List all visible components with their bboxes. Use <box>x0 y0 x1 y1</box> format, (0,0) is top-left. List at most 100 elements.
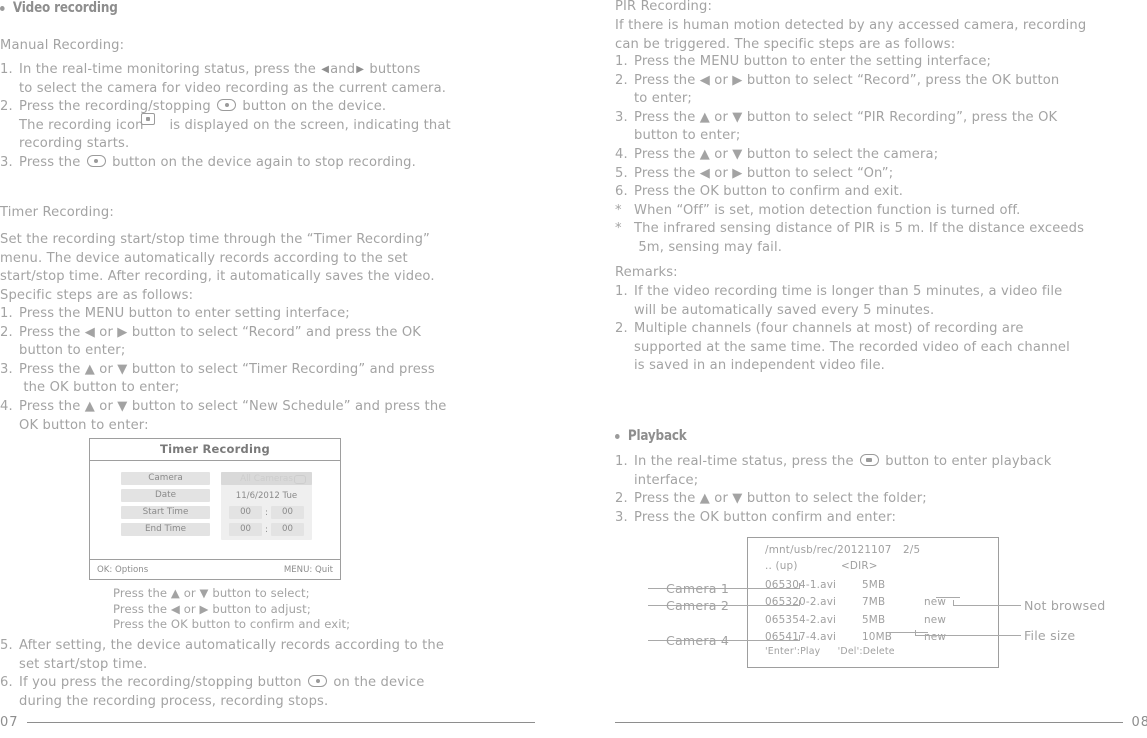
footer-enter-play: 'Enter':Play <box>765 646 821 657</box>
pir-recording-intro: If there is human motion detected by any… <box>615 18 1087 52</box>
underline-size-row4 <box>888 632 928 633</box>
osd-body: Camera Date Start Time End Time All Came… <box>90 461 340 559</box>
list-item: 1. In the real-time status, press the bu… <box>615 453 1147 490</box>
manual-page: Video recording Manual Recording: 1. In … <box>0 0 1147 738</box>
list-item: 6. If you press the recording/stopping b… <box>0 674 535 711</box>
list-item: 4. Press the ▲ or ▼ button to select the… <box>615 146 1147 165</box>
list-item: 2. Press the ◀ or ▶ button to select “Re… <box>615 72 1147 109</box>
list-item: 1. Press the MENU button to enter settin… <box>0 305 535 324</box>
osd-end-minute[interactable]: 00 <box>270 523 304 536</box>
file-status: new <box>924 596 947 609</box>
step-number: 5. <box>615 165 628 181</box>
footer-left: 07 <box>0 715 535 730</box>
timer-recording-steps-after: 5. After setting, the device automatical… <box>0 637 535 711</box>
timer-recording-title: Timer Recording: <box>0 205 114 220</box>
bullet-icon <box>0 5 5 11</box>
step-text: Press the OK button to confirm and exit. <box>634 184 904 200</box>
note-marker: * <box>615 221 622 237</box>
footer-rule <box>615 722 1124 723</box>
page-number: 07 <box>0 715 19 730</box>
left-arrow-icon: ◀ <box>321 64 330 75</box>
step-text-pre: In the real-time monitoring status, pres… <box>19 62 321 77</box>
section-heading-video-recording: Video recording <box>0 0 118 16</box>
timer-recording-intro: Set the recording start/stop time throug… <box>0 232 435 303</box>
step-number: 2. <box>615 491 628 507</box>
playback-button-icon <box>859 454 879 466</box>
section-heading-label: Playback <box>627 428 687 444</box>
list-item: 3. Press the ▲ or ▼ button to select “Ti… <box>0 361 535 398</box>
step-number: 3. <box>615 109 628 125</box>
step-text: Press the ▲ or ▼ button to select “New S… <box>19 398 447 433</box>
list-item: * The infrared sensing distance of PIR i… <box>615 220 1147 257</box>
step-number: 6. <box>615 184 628 200</box>
osd-label-end-time: End Time <box>121 523 210 536</box>
note-marker: * <box>615 202 622 218</box>
recording-indicator-icon <box>141 113 155 125</box>
osd-footer-menu: MENU: Quit <box>283 565 333 575</box>
section-heading-label: Video recording <box>12 0 118 16</box>
list-item: 1. In the real-time monitoring status, p… <box>0 61 535 98</box>
list-item: 3. Press the ▲ or ▼ button to select “PI… <box>615 109 1147 146</box>
leader-tick-camera1 <box>799 583 800 589</box>
annotation-camera4: Camera 4 <box>666 633 730 648</box>
timer-recording-steps: 1. Press the MENU button to enter settin… <box>0 305 535 435</box>
timer-recording-osd-dialog: Timer Recording Camera Date Start Time E… <box>89 438 341 580</box>
annotation-file-size: File size <box>1024 628 1076 643</box>
annotation-not-browsed: Not browsed <box>1024 598 1106 613</box>
step-text-pre: Press the recording/stopping <box>19 99 216 115</box>
step-number: 1. <box>615 454 628 469</box>
osd-caption: Press the ▲ or ▼ button to select; Press… <box>113 586 351 632</box>
file-size: 5MB <box>862 578 886 591</box>
remarks-title: Remarks: <box>615 265 678 280</box>
leader-line-file-size <box>915 635 1021 636</box>
playback-file-browser: /mnt/usb/rec/20121107 2/5 .. (up) <DIR> … <box>747 537 999 668</box>
osd-value-camera[interactable]: All Cameras <box>221 472 312 485</box>
osd-start-minute[interactable]: 00 <box>270 506 304 519</box>
list-item: 2. Multiple channels (four channels at m… <box>615 320 1147 376</box>
right-arrow-icon: ▶ <box>356 64 365 75</box>
osd-value-end-time[interactable]: 00 : 00 <box>221 523 312 536</box>
step-number: 3. <box>615 509 628 525</box>
list-item: 2. Press the ◀ or ▶ button to select “Re… <box>0 324 535 361</box>
step-text: Press the OK button confirm and enter: <box>634 509 897 525</box>
step-number: 6. <box>0 675 13 691</box>
list-item: 5. Press the ◀ or ▶ button to select “On… <box>615 165 1147 184</box>
step-text-pre: Press the <box>19 154 85 170</box>
step-number: 4. <box>0 398 13 414</box>
list-item: 2. Press the recording/stopping button o… <box>0 98 535 154</box>
osd-footer: OK: Options MENU: Quit <box>90 559 340 579</box>
manual-recording-title: Manual Recording: <box>0 38 125 53</box>
leader-tick-camera2 <box>799 600 800 606</box>
leader-tick-camera4 <box>799 635 800 641</box>
step-number: 2. <box>0 99 13 115</box>
file-browser-up-entry[interactable]: .. (up) <box>765 560 798 572</box>
step-text: Press the ◀ or ▶ button to select “Recor… <box>634 72 1060 107</box>
osd-label-camera: Camera <box>121 472 210 485</box>
step-number: 3. <box>0 361 13 377</box>
list-item: 1. If the video recording time is longer… <box>615 283 1147 320</box>
step-number: 1. <box>0 62 13 77</box>
osd-start-hour[interactable]: 00 <box>229 506 263 519</box>
table-row[interactable]: 065354-2.avi 5MB new <box>765 611 990 629</box>
file-browser-footer: 'Enter':Play 'Del':Delete <box>765 646 909 657</box>
annotation-camera2: Camera 2 <box>666 598 730 613</box>
record-button-icon <box>217 99 237 112</box>
file-name: 065354-2.avi <box>765 613 837 626</box>
step-text: Press the ▲ or ▼ button to select “Timer… <box>19 361 435 396</box>
osd-value-date[interactable]: 11/6/2012 Tue <box>221 489 312 502</box>
file-name: 065320-2.avi <box>765 596 837 609</box>
step-number: 5. <box>0 638 13 653</box>
step-text: Press the ▲ or ▼ button to select the ca… <box>634 146 939 162</box>
osd-value-start-time[interactable]: 00 : 00 <box>221 506 312 519</box>
step-text: Press the MENU button to enter setting i… <box>19 306 350 321</box>
remarks-list: 1. If the video recording time is longer… <box>615 283 1147 376</box>
step-text: Press the ◀ or ▶ button to select “Recor… <box>19 324 422 359</box>
osd-end-hour[interactable]: 00 <box>229 523 263 536</box>
remark-text: If the video recording time is longer th… <box>634 284 1063 318</box>
list-item: 3. Press the button on the device again … <box>0 154 535 173</box>
step-text: After setting, the device automatically … <box>19 638 445 672</box>
osd-label-date: Date <box>121 489 210 502</box>
annotation-camera1: Camera 1 <box>666 581 730 596</box>
file-browser-path: /mnt/usb/rec/20121107 <box>765 544 892 556</box>
list-item: 6. Press the OK button to confirm and ex… <box>615 183 1147 202</box>
